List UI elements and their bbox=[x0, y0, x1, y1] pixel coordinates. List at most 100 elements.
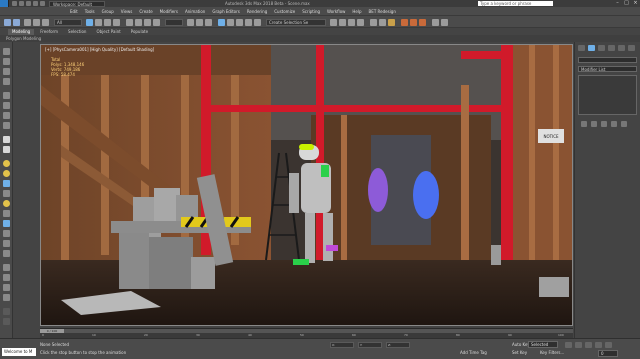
menu-item-edit[interactable]: Edit bbox=[70, 9, 78, 14]
keyboard-shortcut-icon[interactable] bbox=[205, 19, 212, 26]
layer-explorer-icon[interactable] bbox=[348, 19, 355, 26]
place-icon[interactable] bbox=[153, 19, 160, 26]
new-file-icon[interactable] bbox=[12, 1, 17, 6]
compound-icon[interactable] bbox=[3, 240, 10, 247]
key-mode-dropdown[interactable]: Selected bbox=[528, 341, 558, 348]
menu-item-tools[interactable]: Tools bbox=[85, 9, 95, 14]
percent-snap-icon[interactable] bbox=[236, 19, 243, 26]
redo-icon[interactable] bbox=[13, 19, 20, 26]
freeze-icon[interactable] bbox=[3, 284, 10, 291]
modifier-list-dropdown[interactable]: Modifier List bbox=[578, 66, 637, 72]
modify-panel-icon[interactable] bbox=[3, 102, 10, 109]
render-production-icon[interactable] bbox=[419, 19, 426, 26]
particle-icon[interactable] bbox=[3, 250, 10, 257]
remove-modifier-icon[interactable] bbox=[611, 121, 617, 127]
scene-explorer-icon[interactable] bbox=[357, 19, 364, 26]
light-icon[interactable] bbox=[3, 160, 10, 167]
spacewarp-icon[interactable] bbox=[3, 200, 10, 207]
menu-item-workflow[interactable]: Workflow bbox=[327, 9, 345, 14]
save-file-icon[interactable] bbox=[26, 1, 31, 6]
pin-stack-icon[interactable] bbox=[581, 121, 587, 127]
camera-icon[interactable] bbox=[3, 180, 10, 187]
display-tab-icon[interactable] bbox=[618, 45, 625, 51]
viewport[interactable]: NOTICE [+] [PhysCamera001] [High Quality… bbox=[40, 44, 573, 326]
viewport-layout-icon[interactable] bbox=[3, 318, 10, 325]
scale-icon[interactable] bbox=[144, 19, 151, 26]
coord-x-field[interactable]: X: bbox=[330, 342, 354, 348]
app-menu-button[interactable] bbox=[0, 0, 9, 7]
selection-filter-dropdown[interactable]: All bbox=[54, 19, 82, 26]
create-panel-icon[interactable] bbox=[3, 92, 10, 99]
angle-snap-icon[interactable] bbox=[227, 19, 234, 26]
isolate-icon[interactable] bbox=[3, 294, 10, 301]
bind-space-warp-icon[interactable] bbox=[42, 19, 49, 26]
rectangular-selection-icon[interactable] bbox=[104, 19, 111, 26]
open-autodesk-icon[interactable] bbox=[441, 19, 448, 26]
menu-item-help[interactable]: Help bbox=[352, 9, 361, 14]
named-selection-set-dropdown[interactable]: Create Selection Se bbox=[266, 19, 326, 26]
select-by-name-icon[interactable] bbox=[95, 19, 102, 26]
tab-populate[interactable]: Populate bbox=[127, 29, 152, 35]
hide-icon[interactable] bbox=[3, 274, 10, 281]
tab-modeling[interactable]: Modeling bbox=[8, 28, 35, 35]
menu-item-customize[interactable]: Customize bbox=[274, 9, 295, 14]
a360-cloud-icon[interactable] bbox=[432, 19, 439, 26]
curve-editor-icon[interactable] bbox=[370, 19, 377, 26]
tab-object-paint[interactable]: Object Paint bbox=[92, 29, 124, 35]
menu-item-group[interactable]: Group bbox=[102, 9, 114, 14]
shapes-icon[interactable] bbox=[3, 220, 10, 227]
spinner-snap-icon[interactable] bbox=[245, 19, 252, 26]
configure-modifier-sets-icon[interactable] bbox=[621, 121, 627, 127]
rendered-frame-window-icon[interactable] bbox=[410, 19, 417, 26]
select-manipulate-icon[interactable] bbox=[196, 19, 203, 26]
material-editor-icon[interactable] bbox=[388, 19, 395, 26]
systems-icon[interactable] bbox=[3, 210, 10, 217]
hierarchy-panel-icon[interactable] bbox=[3, 112, 10, 119]
modifier-stack[interactable] bbox=[578, 75, 637, 115]
maxscript-listener-input[interactable]: Welcome to M bbox=[2, 348, 36, 356]
redo-icon[interactable] bbox=[40, 1, 45, 6]
schematic-view-icon[interactable] bbox=[379, 19, 386, 26]
mirror-icon[interactable] bbox=[330, 19, 337, 26]
utilities-tab-icon[interactable] bbox=[628, 45, 635, 51]
key-filters-button[interactable]: Key Filters... bbox=[540, 350, 564, 355]
scale-tool-icon[interactable] bbox=[3, 78, 10, 85]
link-icon[interactable] bbox=[24, 19, 31, 26]
search-input[interactable]: Type a keyword or phrase bbox=[478, 1, 553, 6]
minimize-icon[interactable]: – bbox=[613, 0, 622, 7]
set-key-button[interactable]: Set Key bbox=[512, 350, 527, 355]
viewport-label[interactable]: [+] [PhysCamera001] [High Quality] [Defa… bbox=[45, 47, 154, 52]
open-file-icon[interactable] bbox=[19, 1, 24, 6]
menu-item-create[interactable]: Create bbox=[139, 9, 152, 14]
object-name-field[interactable] bbox=[578, 57, 637, 63]
motion-panel-icon[interactable] bbox=[3, 122, 10, 129]
tab-selection[interactable]: Selection bbox=[64, 29, 90, 35]
window-crossing-icon[interactable] bbox=[113, 19, 120, 26]
workspace-dropdown[interactable]: Workspace: Default bbox=[49, 0, 105, 7]
display-panel-icon[interactable] bbox=[3, 136, 10, 143]
menu-item-rendering[interactable]: Rendering bbox=[247, 9, 267, 14]
pivot-center-icon[interactable] bbox=[187, 19, 194, 26]
undo-icon[interactable] bbox=[33, 1, 38, 6]
menu-item-views[interactable]: Views bbox=[121, 9, 133, 14]
unlink-icon[interactable] bbox=[33, 19, 40, 26]
menu-item-scripting[interactable]: Scripting bbox=[302, 9, 320, 14]
show-end-result-icon[interactable] bbox=[591, 121, 597, 127]
menu-item-graph-editors[interactable]: Graph Editors bbox=[212, 9, 239, 14]
coord-y-field[interactable]: Y: bbox=[358, 342, 382, 348]
ribbon-panel-label[interactable]: Polygon Modeling bbox=[0, 35, 640, 42]
coord-z-field[interactable]: Z: bbox=[386, 342, 410, 348]
sun-icon[interactable] bbox=[3, 170, 10, 177]
move-tool-icon[interactable] bbox=[3, 58, 10, 65]
rotate-tool-icon[interactable] bbox=[3, 68, 10, 75]
current-frame-field[interactable]: 0 bbox=[598, 350, 618, 357]
next-frame-icon[interactable] bbox=[595, 342, 602, 348]
rotate-icon[interactable] bbox=[135, 19, 142, 26]
close-icon[interactable]: × bbox=[631, 0, 640, 7]
tab-freeform[interactable]: Freeform bbox=[36, 29, 62, 35]
make-unique-icon[interactable] bbox=[601, 121, 607, 127]
timeline[interactable]: 0 / 100 0 10 20 30 40 50 60 70 80 90 100 bbox=[40, 328, 573, 338]
play-icon[interactable] bbox=[585, 342, 592, 348]
create-tab-icon[interactable] bbox=[578, 45, 585, 51]
hierarchy-tab-icon[interactable] bbox=[598, 45, 605, 51]
